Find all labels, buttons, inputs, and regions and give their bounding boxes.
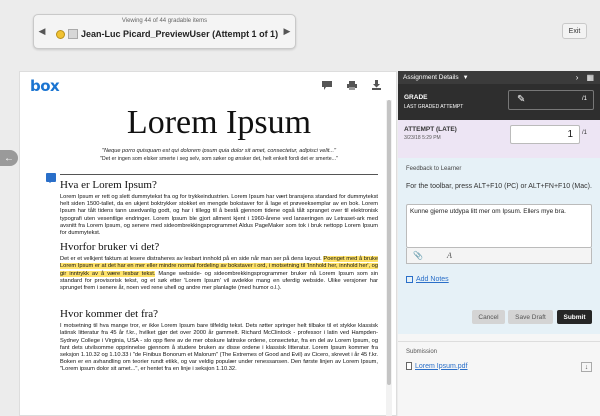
comment-icon xyxy=(322,80,332,90)
divider xyxy=(60,174,378,175)
grade-label: GRADE xyxy=(404,94,428,101)
doc-quote: "Neque porro quisquam est qui dolorem ip… xyxy=(101,148,337,154)
feedback-textarea[interactable]: Kunne gjerne utdypa litt mer om Ipsum. E… xyxy=(406,204,592,248)
chevron-right-icon[interactable]: › xyxy=(576,73,579,82)
avatar xyxy=(68,29,78,39)
section-paragraph: I motsetning til hva mange tror, er ikke… xyxy=(60,323,378,373)
grading-panel: Assignment Details ▼ › ▦ GRADE LAST GRAD… xyxy=(398,71,600,416)
grade-sublabel: LAST GRADED ATTEMPT xyxy=(404,104,464,110)
grade-section: GRADE LAST GRADED ATTEMPT ✎ /1 xyxy=(398,84,600,120)
attempt-grade-input[interactable]: 1 xyxy=(510,125,580,144)
submit-button[interactable]: Submit xyxy=(557,310,592,324)
annotation-marker-icon[interactable] xyxy=(46,173,56,183)
toolbar-help-text: For the toolbar, press ALT+F10 (PC) or A… xyxy=(406,183,592,190)
doc-title: Lorem Ipsum xyxy=(126,104,312,141)
collapse-tab[interactable]: ← xyxy=(0,150,18,166)
attempt-section: ATTEMPT (LATE) 3/23/18 5:29 PM 1 /1 xyxy=(398,120,600,158)
download-icon[interactable]: ↓ xyxy=(581,362,592,372)
section-heading: Hvor kommer det fra? xyxy=(60,308,159,321)
grade-max: /1 xyxy=(581,96,587,102)
save-draft-button[interactable]: Save Draft xyxy=(508,310,553,324)
next-attempt-button[interactable]: ▶ xyxy=(281,15,293,48)
section-heading: Hva er Lorem Ipsum? xyxy=(60,179,157,191)
download-icon xyxy=(371,80,381,90)
download-button[interactable] xyxy=(370,79,382,91)
attempt-navigator: ◀ Viewing 44 of 44 gradable items Jean-L… xyxy=(33,14,296,49)
grade-field[interactable]: ✎ /1 xyxy=(508,90,594,110)
feedback-section: Feedback to Learner For the toolbar, pre… xyxy=(398,158,600,334)
student-name: Jean-Luc Picard_PreviewUser (Attempt 1 o… xyxy=(81,29,279,39)
action-buttons: Cancel Save Draft Submit xyxy=(398,310,600,327)
add-notes-link[interactable]: Add Notes xyxy=(406,276,449,283)
section-heading: Hvorfor bruker vi det? xyxy=(60,241,160,254)
attempt-grade-value: 1 xyxy=(567,129,573,140)
notes-icon xyxy=(406,276,413,283)
chevron-down-icon[interactable]: ▼ xyxy=(463,75,469,81)
editor-toolbar: 📎 A xyxy=(406,248,592,264)
file-icon xyxy=(406,362,412,370)
exit-button[interactable]: Exit xyxy=(562,23,587,39)
cancel-button[interactable]: Cancel xyxy=(472,310,505,324)
submission-section: Submission Lorem Ipsum.pdf ↓ xyxy=(398,341,600,416)
doc-subquote: "Det er ingen som elsker smerte i seg se… xyxy=(100,156,338,162)
expand-icon[interactable]: ▦ xyxy=(586,73,594,82)
panel-header: Assignment Details ▼ › ▦ xyxy=(398,71,600,84)
chevron-right-icon: ▶ xyxy=(283,26,291,36)
attempt-date: 3/23/18 5:29 PM xyxy=(404,135,441,141)
attach-icon[interactable]: 📎 xyxy=(413,251,423,260)
print-button[interactable] xyxy=(346,79,358,91)
comment-tool-button[interactable] xyxy=(321,79,333,91)
smiley-icon xyxy=(56,29,65,39)
section-paragraph: Lorem Ipsum er rett og slett dummytekst … xyxy=(60,194,378,237)
viewer-scrollbar[interactable] xyxy=(386,100,392,416)
arrow-left-icon: ← xyxy=(4,152,14,164)
scroll-thumb[interactable] xyxy=(387,100,391,385)
attempt-label: ATTEMPT (LATE) xyxy=(404,126,457,133)
print-icon xyxy=(347,80,357,90)
gradable-count: Viewing 44 of 44 gradable items xyxy=(121,18,208,24)
feedback-label: Feedback to Learner xyxy=(406,166,462,172)
section-paragraph: Det er et velkjent faktum at lesere dist… xyxy=(60,256,378,292)
submission-file-link[interactable]: Lorem Ipsum.pdf xyxy=(406,362,468,370)
format-text-icon[interactable]: A xyxy=(447,251,452,260)
submission-label: Submission xyxy=(406,349,438,355)
chevron-left-icon: ◀ xyxy=(38,26,46,36)
student-attempt-label: Jean-Luc Picard_PreviewUser (Attempt 1 o… xyxy=(56,29,278,39)
document-viewer: box Lorem Ipsum "Neque porro quisquam es… xyxy=(19,71,397,416)
attempt-max: /1 xyxy=(582,130,588,136)
box-logo: box xyxy=(30,77,60,95)
panel-title: Assignment Details xyxy=(403,74,459,81)
pencil-icon[interactable]: ✎ xyxy=(517,94,525,105)
document-page: Lorem Ipsum "Neque porro quisquam est qu… xyxy=(60,102,378,416)
